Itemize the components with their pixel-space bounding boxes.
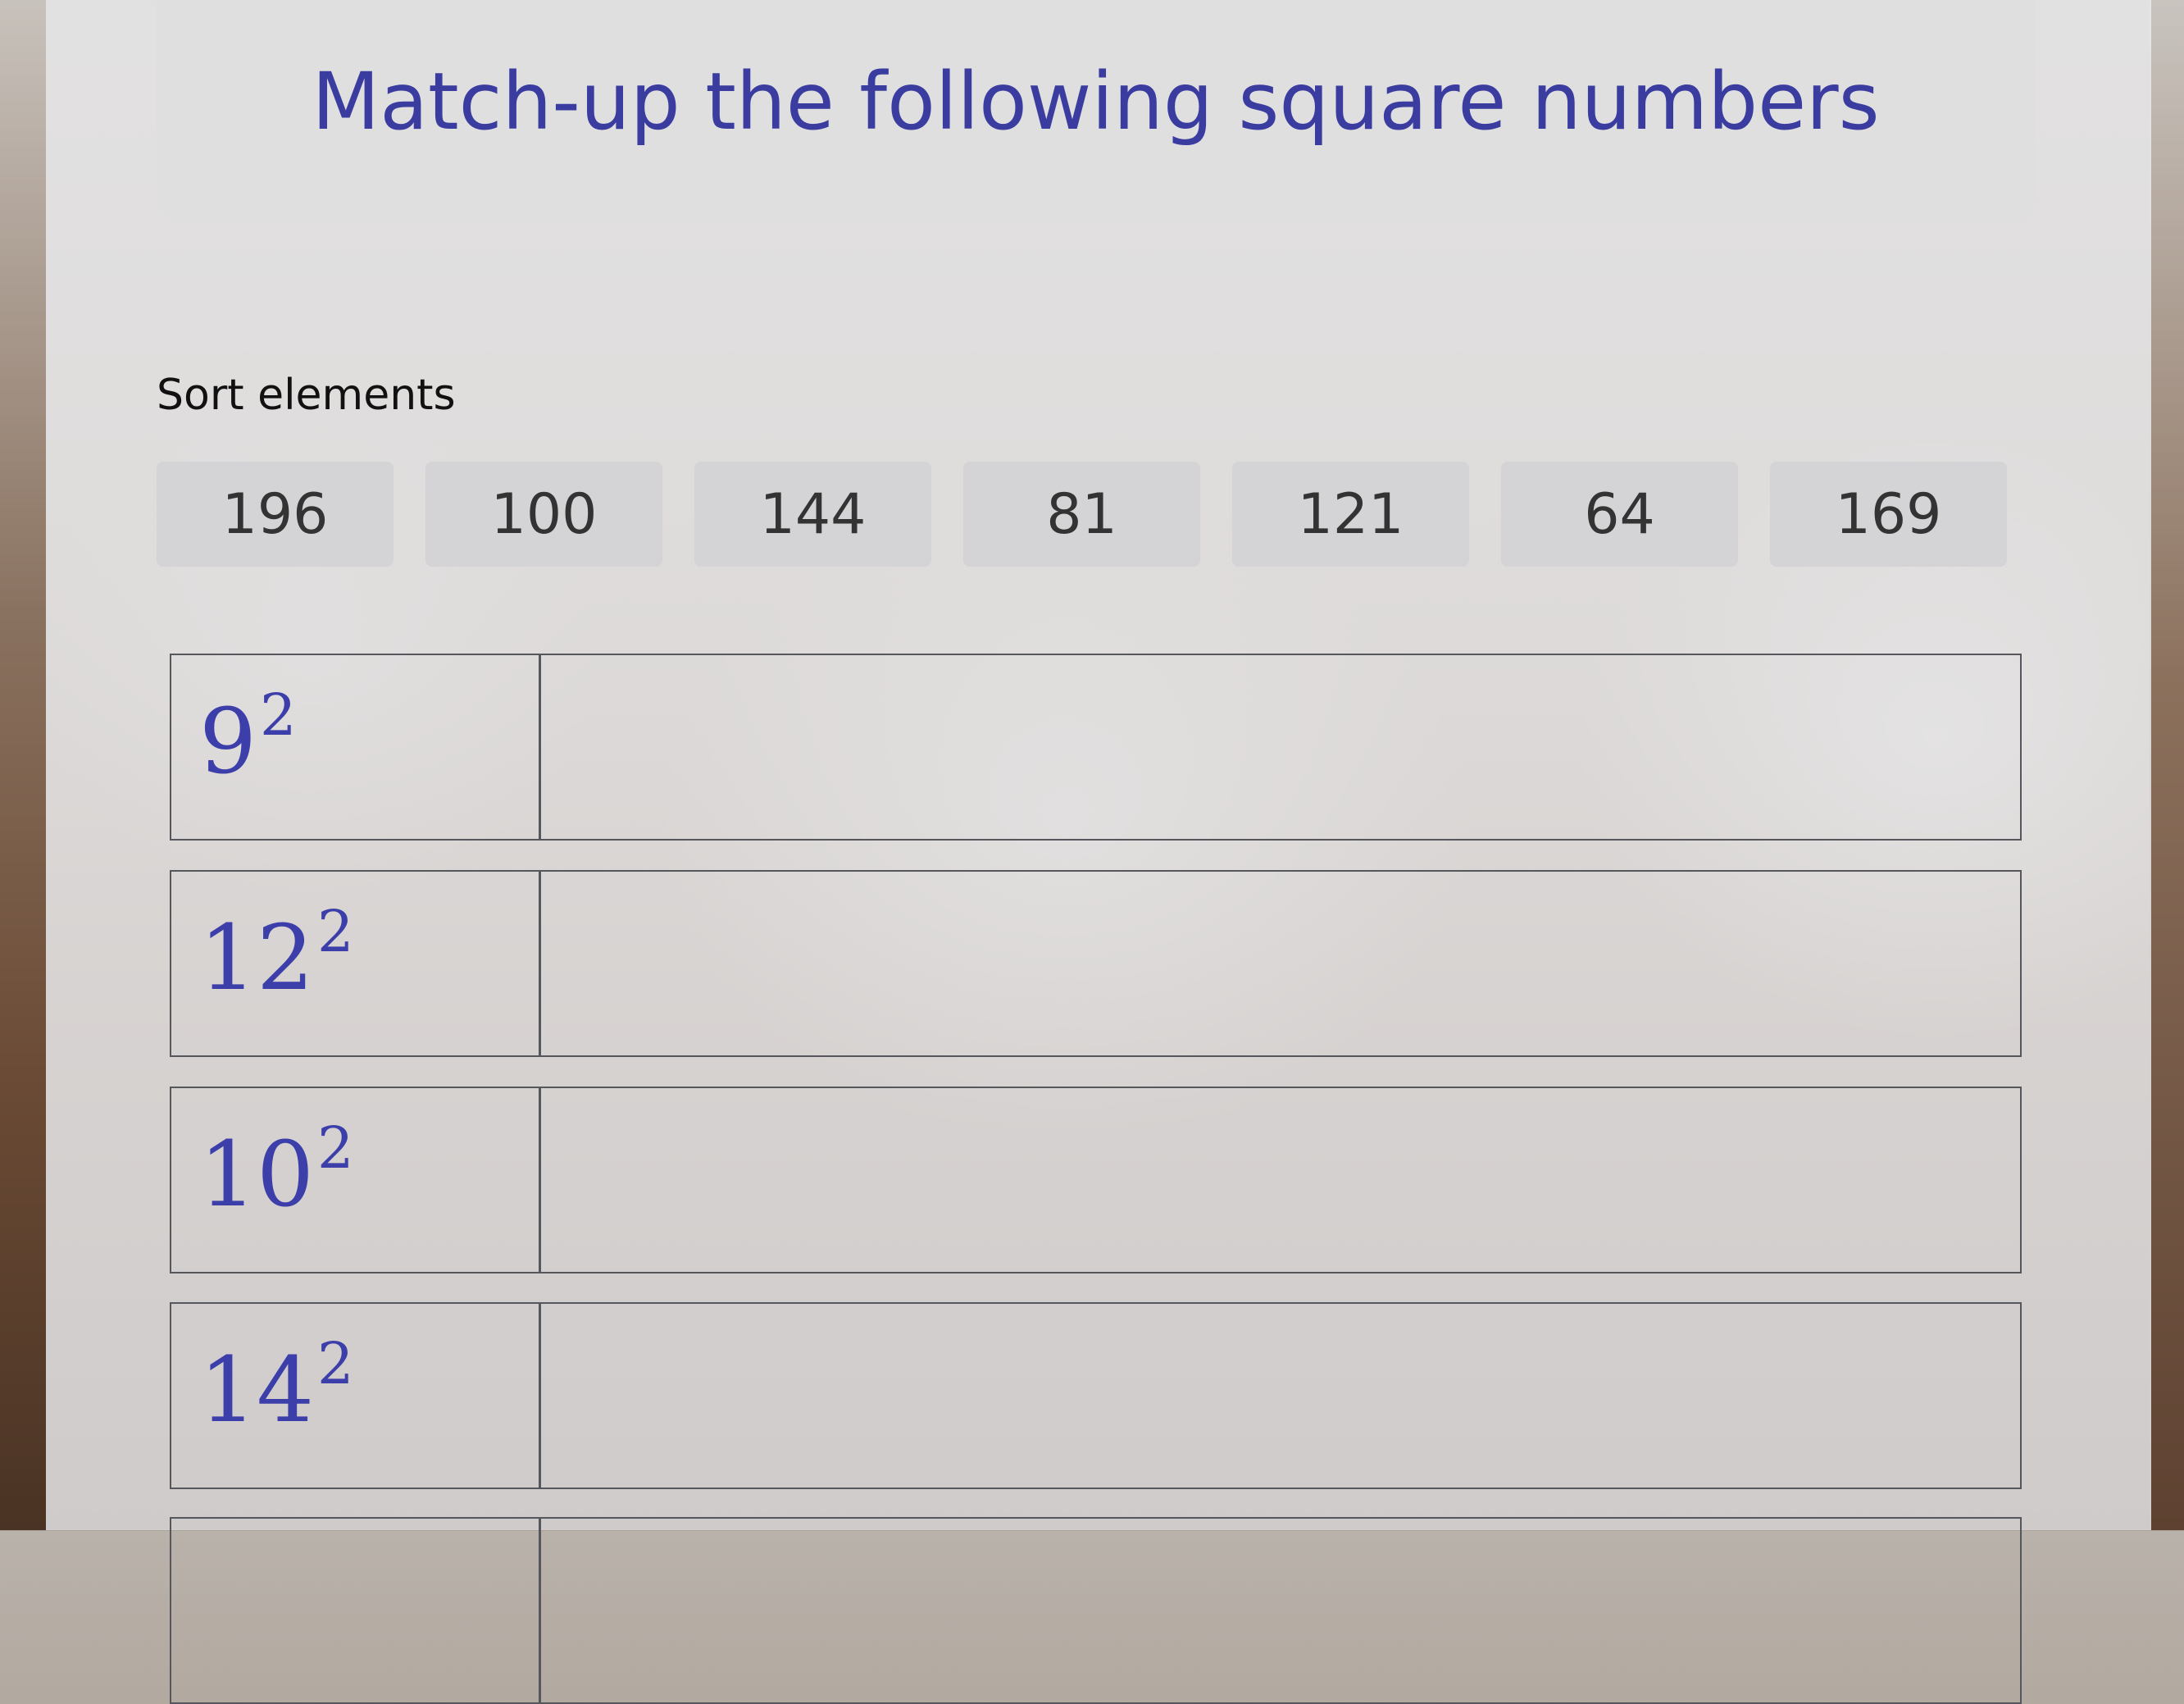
prompt-expression: 102	[199, 1119, 354, 1219]
title-box: Match-up the following square numbers	[157, 0, 2035, 223]
prompt-exponent: 2	[316, 1114, 354, 1182]
match-row: 102	[170, 1087, 2022, 1273]
activity-card: Match-up the following square numbers So…	[46, 0, 2151, 1704]
drop-zone[interactable]	[541, 1304, 2020, 1488]
prompt-expression	[199, 1560, 202, 1650]
match-row	[170, 1517, 2022, 1704]
prompt-exponent: 2	[260, 681, 297, 749]
prompt-cell	[171, 1519, 541, 1702]
prompt-expression: 142	[199, 1335, 354, 1435]
drop-zone[interactable]	[541, 1519, 2020, 1702]
answer-chip[interactable]: 81	[963, 462, 1200, 567]
match-row: 92	[170, 654, 2022, 841]
chip-tray: 196 100 144 81 121 64 169	[157, 462, 2052, 567]
prompt-cell: 102	[171, 1088, 541, 1272]
answer-chip[interactable]: 144	[694, 462, 931, 567]
prompt-base: 12	[199, 905, 314, 1010]
prompt-base: 14	[199, 1337, 314, 1442]
answer-chip[interactable]: 196	[157, 462, 394, 567]
answer-chip[interactable]: 121	[1232, 462, 1469, 567]
drop-zone[interactable]	[541, 655, 2020, 839]
answer-chip[interactable]: 169	[1770, 462, 2007, 567]
answer-chip[interactable]: 100	[425, 462, 662, 567]
prompt-base: 10	[199, 1122, 314, 1227]
prompt-cell: 142	[171, 1304, 541, 1488]
prompt-expression: 122	[199, 903, 354, 1003]
match-row: 142	[170, 1302, 2022, 1489]
prompt-cell: 122	[171, 872, 541, 1055]
prompt-exponent: 2	[316, 898, 354, 965]
background-right-edge	[2150, 0, 2184, 1530]
prompt-base: 9	[199, 689, 257, 794]
page-title: Match-up the following square numbers	[312, 56, 1880, 148]
sort-elements-label: Sort elements	[157, 371, 456, 420]
prompt-cell: 92	[171, 655, 541, 839]
answer-chip[interactable]: 64	[1501, 462, 1738, 567]
prompt-exponent: 2	[316, 1330, 354, 1397]
background-left-edge	[0, 0, 46, 1530]
drop-zone[interactable]	[541, 1088, 2020, 1272]
drop-zone[interactable]	[541, 872, 2020, 1055]
match-row: 122	[170, 870, 2022, 1057]
prompt-expression: 92	[199, 686, 297, 786]
